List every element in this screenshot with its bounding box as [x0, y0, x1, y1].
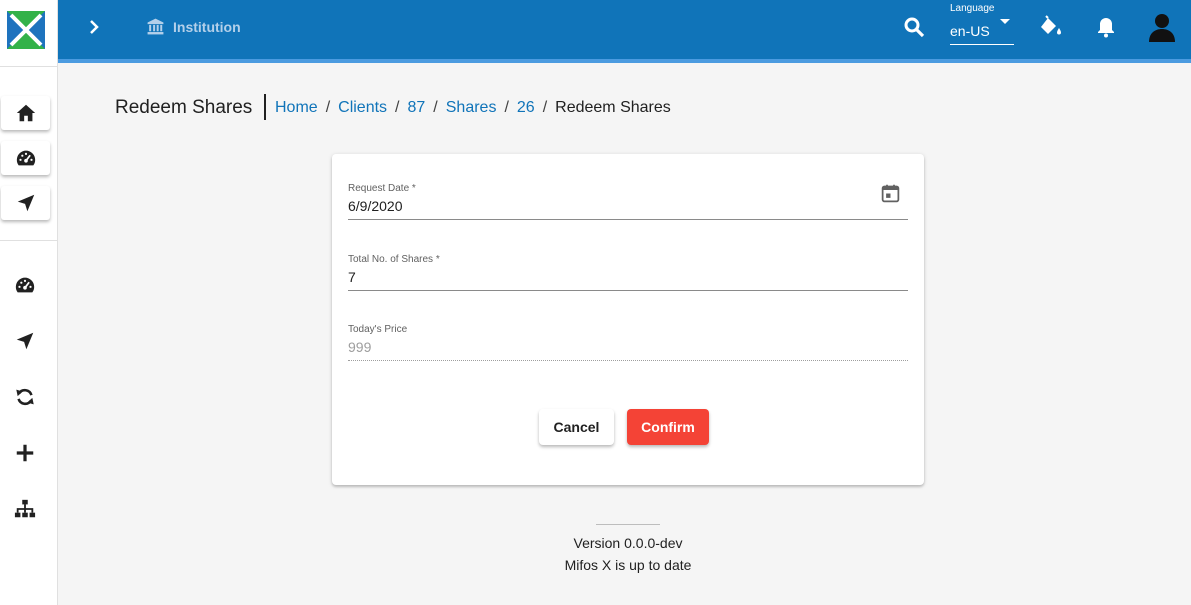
todays-price-underline [348, 360, 908, 361]
breadcrumb-separator: / [504, 99, 509, 116]
confirm-button[interactable]: Confirm [627, 409, 709, 445]
mifos-logo[interactable] [7, 11, 45, 49]
breadcrumb-separator: / [325, 99, 331, 116]
user-avatar-icon[interactable] [1146, 11, 1178, 43]
total-shares-input[interactable]: 7 [348, 269, 356, 285]
toolbar-accent-line [58, 59, 1191, 63]
todays-price-label: Today's Price [348, 324, 408, 335]
favorite-dashboard-button[interactable] [1, 141, 50, 175]
nav-plus-button[interactable] [8, 436, 42, 470]
breadcrumb-client-id[interactable]: 87 [408, 99, 426, 117]
breadcrumb: Home / Clients / 87 / Shares / 26 / Rede… [275, 99, 671, 117]
request-date-input[interactable]: 6/9/2020 [348, 198, 403, 214]
language-value: en-US [950, 23, 990, 39]
breadcrumb-home[interactable]: Home [275, 99, 318, 117]
dashboard-icon [16, 150, 35, 166]
language-underline [950, 44, 1014, 45]
institution-link[interactable]: Institution [146, 17, 241, 36]
request-date-label: Request Date * [348, 183, 416, 194]
favorite-navigation-button[interactable] [1, 186, 50, 220]
total-shares-underline [348, 290, 908, 291]
redeem-shares-form-card: Request Date * 6/9/2020 Total No. of Sha… [332, 154, 924, 485]
footer-divider [596, 524, 660, 525]
nav-sync-button[interactable] [8, 380, 42, 414]
language-select[interactable]: Language en-US [950, 3, 1014, 46]
footer-status: Mifos X is up to date [564, 557, 692, 573]
breadcrumb-separator: / [395, 99, 400, 116]
total-shares-label: Total No. of Shares * [348, 254, 440, 265]
navigation-icon [17, 194, 34, 212]
dashboard-icon [15, 277, 35, 293]
calendar-icon[interactable] [880, 183, 901, 204]
nav-dashboard-button[interactable] [8, 268, 42, 302]
breadcrumb-share-id[interactable]: 26 [517, 99, 535, 117]
title-separator [264, 94, 266, 120]
navigation-icon [16, 332, 34, 350]
nav-navigation-button[interactable] [8, 324, 42, 358]
bank-icon [147, 18, 164, 35]
todays-price-input: 999 [348, 339, 372, 355]
request-date-underline [348, 219, 908, 220]
caret-down-icon [1000, 19, 1010, 24]
paint-bucket-icon[interactable] [1038, 15, 1062, 39]
search-icon[interactable] [902, 15, 926, 39]
breadcrumb-separator: / [433, 99, 438, 116]
sidebar [0, 0, 58, 605]
plus-icon [16, 444, 34, 462]
sync-icon [16, 388, 34, 406]
sidebar-divider [0, 240, 57, 241]
breadcrumb-shares[interactable]: Shares [446, 99, 497, 117]
footer-version: Version 0.0.0-dev [573, 535, 683, 551]
page-title: Redeem Shares [115, 97, 253, 118]
home-icon [16, 104, 35, 122]
bell-icon[interactable] [1094, 15, 1118, 39]
sitemap-icon [14, 499, 36, 518]
nav-sitemap-button[interactable] [8, 492, 42, 526]
breadcrumb-clients[interactable]: Clients [338, 99, 387, 117]
breadcrumb-separator: / [542, 99, 548, 116]
favorite-home-button[interactable] [1, 96, 50, 130]
sidebar-divider [0, 66, 57, 67]
chevron-right-icon[interactable] [82, 15, 106, 39]
cancel-button[interactable]: Cancel [539, 409, 614, 445]
institution-label: Institution [173, 18, 241, 35]
language-label: Language [950, 3, 995, 14]
breadcrumb-current: Redeem Shares [555, 99, 671, 116]
